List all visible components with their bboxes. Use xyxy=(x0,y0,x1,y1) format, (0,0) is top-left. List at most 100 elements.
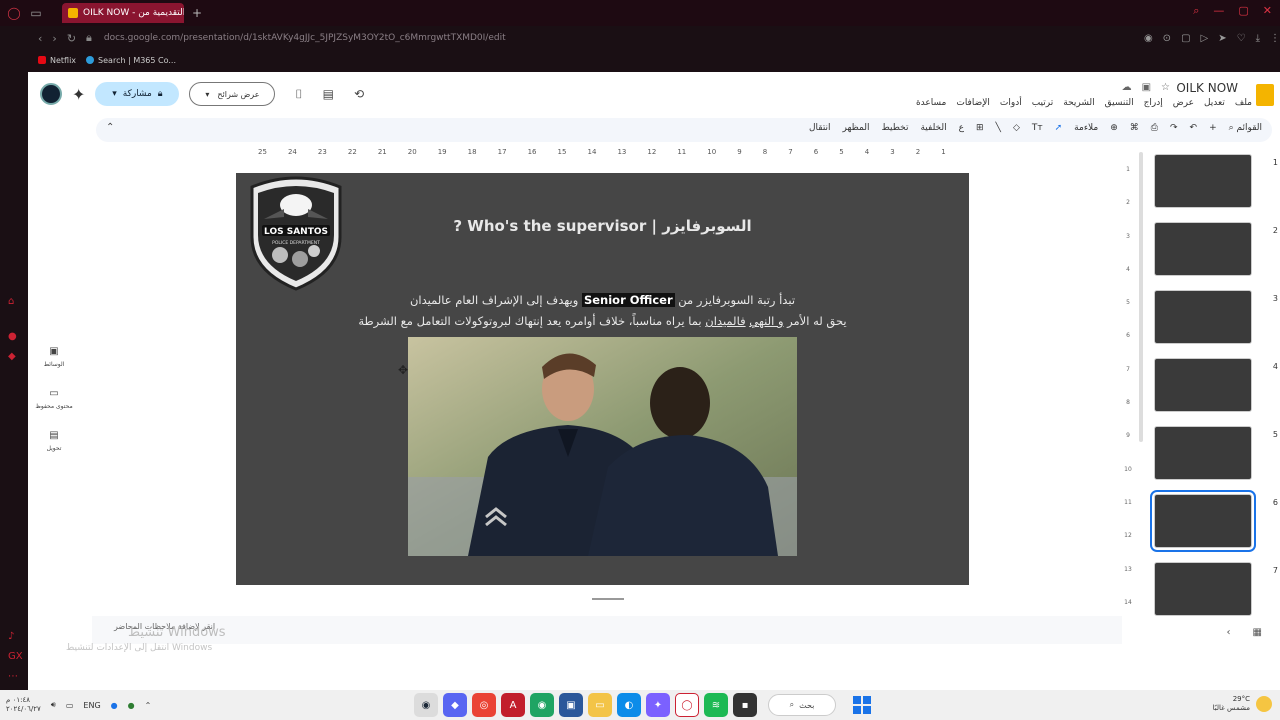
transition-button[interactable]: انتقال xyxy=(809,123,831,133)
status-dot-icon[interactable]: ● xyxy=(128,701,135,710)
download-icon[interactable]: ⤓ xyxy=(1256,33,1260,44)
forward-icon[interactable]: › xyxy=(52,32,56,45)
slide-title[interactable]: السوبرفايزر | Who's the supervisor ? xyxy=(236,217,969,235)
slide-thumbnail[interactable] xyxy=(1154,222,1252,276)
slide-thumbnail[interactable] xyxy=(1154,358,1252,412)
slide-body-line-1[interactable]: تبدأ رتبة السوبرفايزر من Senior Officer … xyxy=(236,293,969,307)
spotify-app-icon[interactable]: ≋ xyxy=(704,693,728,717)
sidebar-bag-icon[interactable]: ⌂ xyxy=(8,296,14,307)
language-indicator[interactable]: ENG xyxy=(83,701,100,710)
slide-thumbnail[interactable] xyxy=(1154,426,1252,480)
chevron-down-icon[interactable]: ▾ xyxy=(205,90,209,99)
menu-file[interactable]: ملف xyxy=(1235,98,1252,108)
slide-thumbnail-row[interactable]: 7 xyxy=(1148,562,1280,618)
reload-icon[interactable]: ↻ xyxy=(67,32,76,45)
select-tool-icon[interactable]: ➚ xyxy=(1055,123,1063,133)
print-icon[interactable]: ⎙ xyxy=(1151,123,1158,133)
chrome-app-icon[interactable]: ◎ xyxy=(472,693,496,717)
sidebar-music-icon[interactable]: ♪ xyxy=(8,631,14,642)
bookmark-m365[interactable]: Search | M365 Co... xyxy=(86,56,176,65)
notes-resize-handle[interactable] xyxy=(592,598,624,600)
slide-thumbnail-row[interactable]: 6 xyxy=(1148,490,1280,552)
menu-format[interactable]: التنسيق xyxy=(1105,98,1134,108)
theme-button[interactable]: المظهر xyxy=(843,123,870,133)
input-tools-icon[interactable]: ع xyxy=(959,123,964,133)
slides-logo-icon[interactable] xyxy=(1256,84,1274,106)
opera-app-icon[interactable]: ◯ xyxy=(675,693,699,717)
saved-content-button[interactable]: ▭ محتوى محفوظ xyxy=(34,388,74,410)
text-box-icon[interactable]: Tт xyxy=(1032,123,1043,133)
browser-tab-active[interactable]: OILK NOW - ي التقديمية من xyxy=(62,3,184,23)
slide-thumbnail-row[interactable]: 1 xyxy=(1148,154,1280,210)
gemini-icon[interactable]: ✦ xyxy=(72,85,85,104)
media-panel-button[interactable]: ▣ الوسائط xyxy=(34,346,74,368)
menu-extensions[interactable]: الإضافات xyxy=(956,98,990,108)
terminal-app-icon[interactable]: ▪ xyxy=(733,693,757,717)
slide-photo-officers[interactable] xyxy=(408,337,797,556)
new-tab-icon[interactable]: + xyxy=(192,6,202,20)
network-icon[interactable]: ▭ xyxy=(66,701,74,710)
star-icon[interactable]: ☆ xyxy=(1161,82,1170,93)
menu-dots-icon[interactable]: ⋮ xyxy=(1270,33,1280,44)
menus-search-button[interactable]: ⌕ القوائم xyxy=(1229,123,1262,133)
sidebar-more-icon[interactable]: ⋯ xyxy=(8,671,18,682)
weather-widget[interactable]: 29°C مشمس غالبًا xyxy=(1213,695,1272,713)
acrobat-app-icon[interactable]: A xyxy=(501,693,525,717)
camera-icon[interactable]: ◉ xyxy=(1144,33,1153,44)
sidebar-gx-icon[interactable]: GX xyxy=(8,651,23,662)
search-icon[interactable]: ⌕ xyxy=(1193,4,1199,18)
meet-camera-icon[interactable]: ⌷ xyxy=(295,87,302,102)
version-history-icon[interactable]: ⟲ xyxy=(354,87,364,101)
microphone-icon[interactable]: ● xyxy=(111,701,118,710)
collapse-toolbar-icon[interactable]: ⌃ xyxy=(106,122,114,133)
background-button[interactable]: الخلفية xyxy=(920,123,946,133)
menu-slide[interactable]: الشريحة xyxy=(1063,98,1094,108)
slide-body-line-2[interactable]: يحق له الأمر و النهي فالميدان بما يراه م… xyxy=(236,314,969,328)
tray-expand-icon[interactable]: ⌃ xyxy=(145,701,152,710)
speaker-notes[interactable]: انقر لإضافة ملاحظات المحاضر xyxy=(92,616,1122,644)
zoom-fit-select[interactable]: ملاءمة xyxy=(1074,123,1098,133)
slide-thumbnail[interactable] xyxy=(1154,154,1252,208)
slide-thumbnail-row[interactable]: 5 xyxy=(1148,426,1280,482)
taskbar-search[interactable]: ⌕ بحث xyxy=(768,694,836,716)
move-folder-icon[interactable]: ▣ xyxy=(1142,82,1151,93)
layout-button[interactable]: تخطيط xyxy=(882,123,909,133)
clock[interactable]: ٠١:٤٨ م ٢٠٢٤/٠٦/٢٧ xyxy=(6,696,41,714)
start-button[interactable] xyxy=(853,696,871,714)
convert-button[interactable]: ▤ تحويل xyxy=(34,430,74,452)
bookmark-netflix[interactable]: Netflix xyxy=(38,56,76,65)
player-icon[interactable]: ▷ xyxy=(1201,33,1209,44)
back-icon[interactable]: ‹ xyxy=(38,32,42,45)
slide-canvas[interactable]: LOS SANTOS POLICE DEPARTMENT السوبرفايزر… xyxy=(236,173,969,585)
sidebar-messenger-icon[interactable]: ● xyxy=(8,331,17,342)
zoom-icon[interactable]: ⊕ xyxy=(1110,123,1118,133)
minimize-icon[interactable]: — xyxy=(1213,4,1224,18)
snapshot-icon[interactable]: ⊙ xyxy=(1163,33,1171,44)
slide-thumbnail-row[interactable]: 4 xyxy=(1148,358,1280,414)
file-explorer-icon[interactable]: ▭ xyxy=(588,693,612,717)
undo-icon[interactable]: ↶ xyxy=(1190,123,1198,133)
shape-icon[interactable]: ◇ xyxy=(1013,123,1020,133)
slide-thumbnail[interactable] xyxy=(1150,490,1256,552)
menu-insert[interactable]: إدراج xyxy=(1144,98,1163,108)
discord-app-icon[interactable]: ◆ xyxy=(443,693,467,717)
slide-thumbnail-row[interactable]: 3 xyxy=(1148,290,1280,346)
comments-icon[interactable]: ▤ xyxy=(323,87,334,101)
document-title[interactable]: OILK NOW xyxy=(1176,81,1238,95)
chevron-down-icon[interactable]: ▾ xyxy=(112,89,117,99)
copilot-app-icon[interactable]: ✦ xyxy=(646,693,670,717)
cloud-status-icon[interactable]: ☁ xyxy=(1122,82,1132,93)
menu-tools[interactable]: أدوات xyxy=(1000,98,1022,108)
share-button[interactable]: ▾ مشاركة 🔒︎ xyxy=(95,82,180,106)
sidebar-discord-icon[interactable]: ◆ xyxy=(8,351,16,362)
slideshow-button[interactable]: ▾ عرض شرائح xyxy=(189,82,276,106)
send-icon[interactable]: ➤ xyxy=(1218,33,1226,44)
filmstrip-scrollbar[interactable] xyxy=(1139,152,1143,442)
menu-edit[interactable]: تعديل xyxy=(1204,98,1225,108)
close-icon[interactable]: ✕ xyxy=(1263,4,1272,18)
tab-menu-icon[interactable]: ▭ xyxy=(28,5,44,21)
screenshot-icon[interactable]: ▢ xyxy=(1181,33,1190,44)
slide-thumbnail-row[interactable]: 2 xyxy=(1148,222,1280,278)
collapse-filmstrip-icon[interactable]: ‹ xyxy=(1227,627,1231,638)
url-field[interactable]: docs.google.com/presentation/d/1sktAVKy4… xyxy=(104,33,506,43)
